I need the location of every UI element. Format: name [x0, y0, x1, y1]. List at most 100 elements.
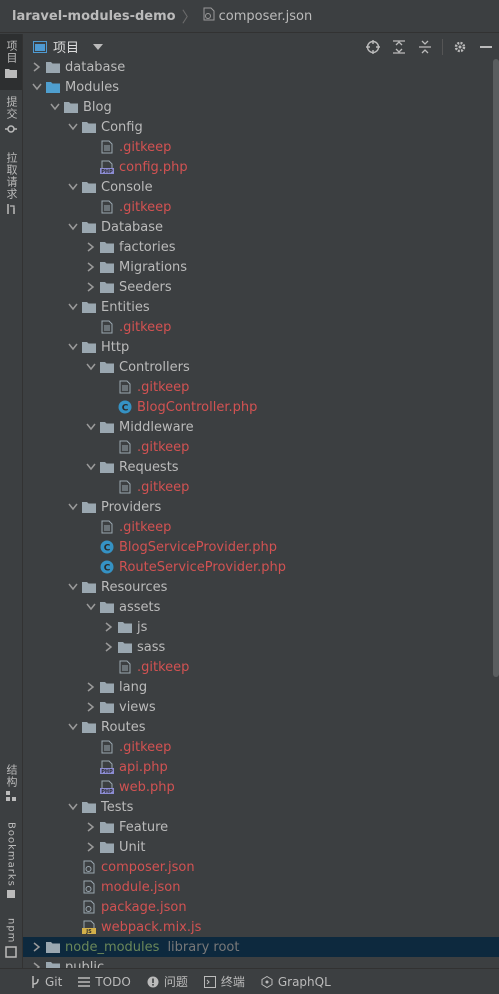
tab-npm[interactable]: npm — [0, 918, 22, 962]
chevron-right-icon[interactable] — [83, 679, 99, 695]
tab-commit-label: 提交 — [5, 96, 18, 120]
chevron-right-icon[interactable] — [83, 239, 99, 255]
chevron-right-icon[interactable] — [101, 639, 117, 655]
tree-folder-row[interactable]: Database — [23, 217, 499, 237]
chevron-right-icon[interactable] — [83, 699, 99, 715]
tab-todo[interactable]: TODO — [78, 975, 131, 989]
chevron-right-icon[interactable] — [83, 259, 99, 275]
tree-folder-row[interactable]: Routes — [23, 717, 499, 737]
tree-folder-row[interactable]: Config — [23, 117, 499, 137]
gear-icon[interactable] — [449, 36, 471, 58]
tree-folder-row[interactable]: node_modules library root — [23, 937, 499, 957]
tree-item-label: Migrations — [119, 259, 188, 275]
tree-file-row[interactable]: C BlogController.php — [23, 397, 499, 417]
chevron-down-icon[interactable] — [65, 339, 81, 355]
tab-problems[interactable]: 问题 — [147, 973, 188, 990]
tree-item-label: Blog — [83, 99, 112, 115]
tree-folder-row[interactable]: Requests — [23, 457, 499, 477]
tab-project[interactable]: 项目 — [0, 34, 22, 90]
tree-folder-row[interactable]: Console — [23, 177, 499, 197]
tree-folder-row[interactable]: assets — [23, 597, 499, 617]
tree-file-row[interactable]: .gitkeep — [23, 517, 499, 537]
chevron-down-icon[interactable] — [65, 299, 81, 315]
chevron-right-icon[interactable] — [29, 59, 45, 75]
tab-bookmarks[interactable]: Bookmarks — [0, 822, 22, 898]
tree-folder-row[interactable]: Unit — [23, 837, 499, 857]
chevron-down-icon[interactable] — [65, 499, 81, 515]
tree-folder-row[interactable]: Entities — [23, 297, 499, 317]
chevron-right-icon[interactable] — [83, 279, 99, 295]
tree-item-label: composer.json — [101, 859, 195, 875]
tree-folder-row[interactable]: Providers — [23, 497, 499, 517]
tree-folder-row[interactable]: Migrations — [23, 257, 499, 277]
chevron-right-icon[interactable] — [29, 959, 45, 968]
tree-file-row[interactable]: package.json — [23, 897, 499, 917]
tree-file-row[interactable]: .gitkeep — [23, 477, 499, 497]
tree-file-row[interactable]: C RouteServiceProvider.php — [23, 557, 499, 577]
tree-file-row[interactable]: JS webpack.mix.js — [23, 917, 499, 937]
chevron-down-icon[interactable] — [83, 599, 99, 615]
chevron-right-icon[interactable] — [29, 939, 45, 955]
tree-folder-row[interactable]: views — [23, 697, 499, 717]
tree-folder-row[interactable]: Resources — [23, 577, 499, 597]
hide-icon[interactable] — [475, 36, 497, 58]
tree-folder-row[interactable]: Middleware — [23, 417, 499, 437]
tab-pull-requests[interactable]: 拉取请求 — [0, 152, 22, 218]
locate-file-icon[interactable] — [362, 36, 384, 58]
breadcrumb-file[interactable]: composer.json — [219, 9, 313, 24]
tree-file-row[interactable]: .gitkeep — [23, 437, 499, 457]
tree-folder-row[interactable]: Controllers — [23, 357, 499, 377]
chevron-down-icon[interactable] — [29, 79, 45, 95]
tree-file-row[interactable]: PHP web.php — [23, 777, 499, 797]
tree-file-row[interactable]: .gitkeep — [23, 197, 499, 217]
tree-file-row[interactable]: .gitkeep — [23, 737, 499, 757]
chevron-down-icon[interactable] — [83, 419, 99, 435]
tree-file-row[interactable]: .gitkeep — [23, 137, 499, 157]
tab-commit[interactable]: 提交 — [0, 94, 22, 138]
chevron-down-icon[interactable] — [65, 719, 81, 735]
chevron-down-icon[interactable] — [65, 219, 81, 235]
tab-terminal[interactable]: 终端 — [203, 973, 245, 990]
chevron-down-icon[interactable] — [47, 99, 63, 115]
tab-graphql[interactable]: GraphQL — [261, 975, 331, 989]
breadcrumb-project[interactable]: laravel-modules-demo — [12, 9, 176, 24]
tree-folder-row[interactable]: Http — [23, 337, 499, 357]
tab-structure[interactable]: 结构 — [0, 764, 22, 804]
tree-folder-row[interactable]: database — [23, 59, 499, 77]
tree-file-row[interactable]: module.json — [23, 877, 499, 897]
chevron-right-icon[interactable] — [83, 839, 99, 855]
chevron-right-icon[interactable] — [83, 819, 99, 835]
tree-folder-row[interactable]: lang — [23, 677, 499, 697]
chevron-down-icon[interactable] — [65, 799, 81, 815]
tree-folder-row[interactable]: sass — [23, 637, 499, 657]
chevron-down-icon[interactable] — [83, 459, 99, 475]
tree-folder-row[interactable]: Modules — [23, 77, 499, 97]
tree-folder-row[interactable]: factories — [23, 237, 499, 257]
tree-file-row[interactable]: .gitkeep — [23, 317, 499, 337]
tree-file-row[interactable]: PHP config.php — [23, 157, 499, 177]
chevron-down-icon[interactable] — [65, 119, 81, 135]
expand-all-icon[interactable] — [388, 36, 410, 58]
tree-file-row[interactable]: composer.json — [23, 857, 499, 877]
tree-item-label: lang — [119, 679, 148, 695]
tree-folder-row[interactable]: Feature — [23, 817, 499, 837]
tree-folder-row[interactable]: js — [23, 617, 499, 637]
tree-file-row[interactable]: .gitkeep — [23, 377, 499, 397]
chevron-down-icon[interactable] — [83, 359, 99, 375]
chevron-right-icon[interactable] — [101, 619, 117, 635]
tree-folder-row[interactable]: Tests — [23, 797, 499, 817]
tree-folder-row[interactable]: Seeders — [23, 277, 499, 297]
tab-git[interactable]: Git — [30, 975, 62, 989]
project-view-title[interactable]: 项目 — [53, 37, 79, 56]
tree-folder-row[interactable]: public — [23, 957, 499, 968]
tree-file-row[interactable]: C BlogServiceProvider.php — [23, 537, 499, 557]
chevron-down-icon[interactable] — [65, 579, 81, 595]
collapse-all-icon[interactable] — [414, 36, 436, 58]
tree-file-row[interactable]: PHP api.php — [23, 757, 499, 777]
tree-file-row[interactable]: .gitkeep — [23, 657, 499, 677]
scrollbar[interactable] — [493, 59, 499, 677]
chevron-down-icon[interactable] — [65, 179, 81, 195]
chevron-down-icon[interactable] — [87, 36, 109, 58]
tree-folder-row[interactable]: Blog — [23, 97, 499, 117]
